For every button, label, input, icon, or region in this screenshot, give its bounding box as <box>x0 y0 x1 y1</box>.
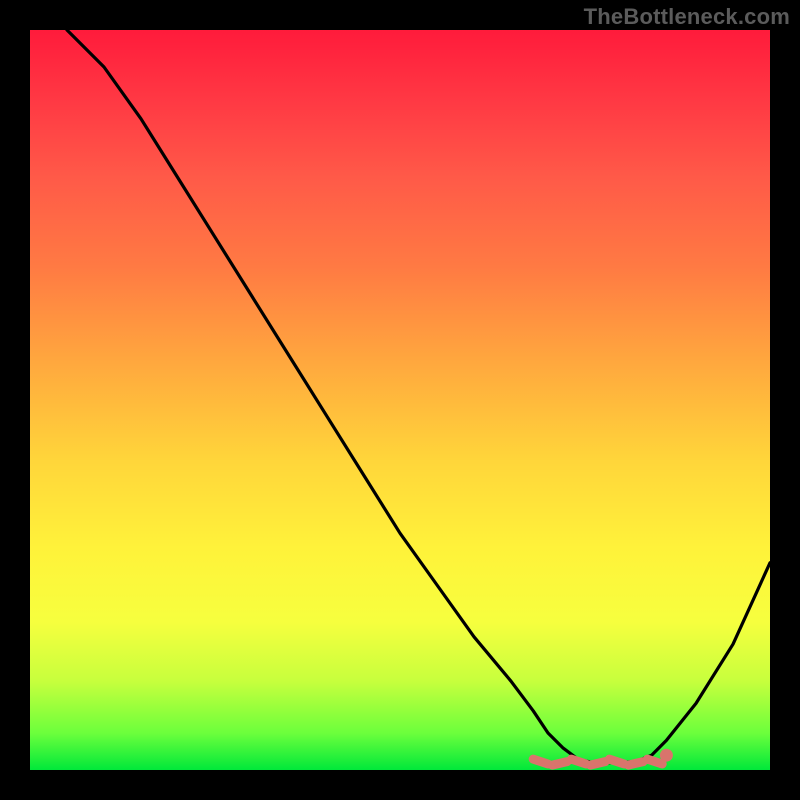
bottleneck-curve <box>67 30 770 763</box>
chart-svg <box>30 30 770 770</box>
flat-region-end-dot <box>660 749 673 762</box>
plot-area <box>30 30 770 770</box>
watermark-text: TheBottleneck.com <box>584 4 790 30</box>
flat-region-highlight <box>533 759 662 765</box>
chart-stage: TheBottleneck.com <box>0 0 800 800</box>
